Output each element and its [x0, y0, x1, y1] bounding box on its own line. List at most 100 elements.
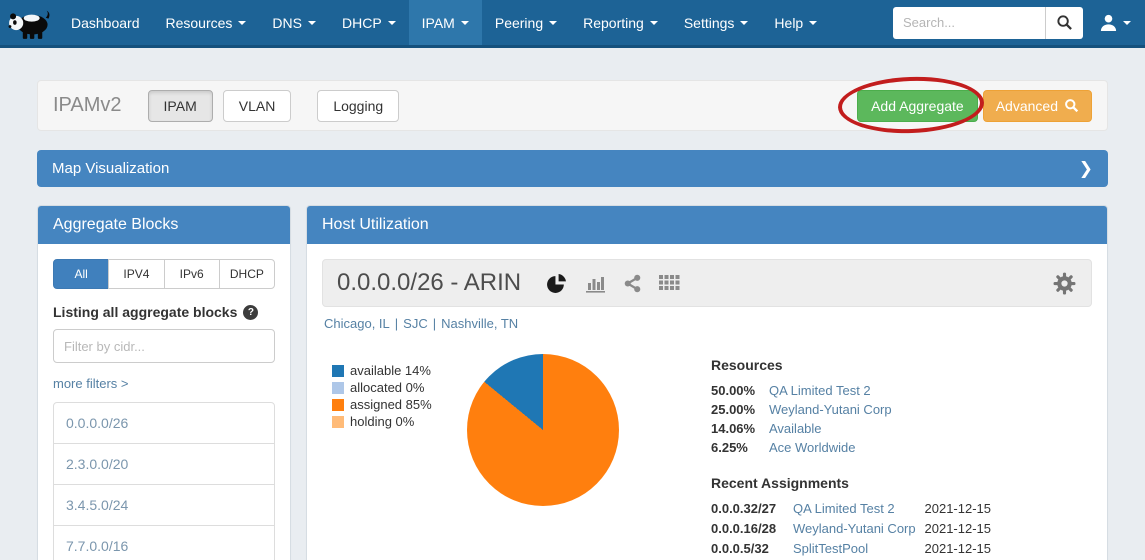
location-link[interactable]: SJC: [403, 316, 428, 331]
main-menu: Dashboard Resources DNS DHCP IPAM Peerin…: [58, 0, 830, 45]
legend-item: assigned 85%: [332, 396, 467, 413]
resource-link[interactable]: Weyland-Yutani Corp: [769, 402, 892, 418]
nav-item-resources[interactable]: Resources: [153, 0, 260, 45]
legend-label: available 14%: [350, 362, 431, 379]
assignment-date: 2021-12-15: [925, 541, 992, 557]
cidr-filter-input[interactable]: [53, 329, 275, 363]
tab-ipam[interactable]: IPAM: [148, 90, 213, 122]
nav-item-reporting[interactable]: Reporting: [570, 0, 671, 45]
add-aggregate-label: Add Aggregate: [871, 98, 964, 114]
filter-tab-all[interactable]: All: [53, 259, 109, 289]
assignment-link[interactable]: SplitTestPool: [793, 541, 925, 557]
caret-down-icon: [549, 21, 557, 25]
user-menu[interactable]: [1099, 13, 1131, 32]
question-circle-icon[interactable]: ?: [243, 305, 258, 320]
nav-item-dns[interactable]: DNS: [259, 0, 329, 45]
utilization-chart-row: available 14% allocated 0% assigned 85% …: [322, 354, 1092, 560]
tab-vlan[interactable]: VLAN: [223, 90, 292, 122]
pie-chart: [467, 354, 619, 506]
resource-link[interactable]: Available: [769, 421, 822, 437]
caret-down-icon: [1123, 21, 1131, 25]
top-navbar: Dashboard Resources DNS DHCP IPAM Peerin…: [0, 0, 1145, 48]
aggregate-filter-tabs: All IPV4 IPv6 DHCP: [53, 259, 275, 289]
legend-label: holding 0%: [350, 413, 414, 430]
search-button[interactable]: [1045, 7, 1083, 39]
block-title: 0.0.0.0/26 - ARIN: [337, 269, 521, 297]
legend-swatch: [332, 382, 344, 394]
location-link[interactable]: Nashville, TN: [441, 316, 518, 331]
list-item[interactable]: 3.4.5.0/24: [54, 485, 274, 526]
nav-label: Peering: [495, 15, 543, 31]
assignment-link[interactable]: QA Limited Test 2: [793, 501, 925, 517]
list-item[interactable]: 7.7.0.0/16: [54, 526, 274, 560]
nav-label: Settings: [684, 15, 735, 31]
pie-legend: available 14% allocated 0% assigned 85% …: [322, 354, 467, 560]
legend-label: assigned 85%: [350, 396, 432, 413]
resource-percent: 25.00%: [711, 402, 769, 418]
search-icon: [1056, 14, 1073, 31]
resource-row: 14.06%Available: [711, 421, 991, 437]
bar-chart-view-icon[interactable]: [584, 273, 606, 293]
nav-item-dashboard[interactable]: Dashboard: [58, 0, 153, 45]
caret-down-icon: [461, 21, 469, 25]
pie-view-icon[interactable]: [546, 273, 567, 294]
location-link[interactable]: Chicago, IL: [324, 316, 390, 331]
caret-down-icon: [238, 21, 246, 25]
caret-down-icon: [308, 21, 316, 25]
nav-label: Resources: [166, 15, 233, 31]
assignment-link[interactable]: Weyland-Yutani Corp: [793, 521, 925, 537]
host-utilization-body: 0.0.0.0/26 - ARIN: [307, 244, 1107, 560]
host-utilization-panel: Host Utilization 0.0.0.0/26 - ARIN: [306, 205, 1108, 560]
listing-label: Listing all aggregate blocks ?: [53, 304, 275, 320]
assignment-date: 2021-12-15: [925, 521, 992, 537]
list-item[interactable]: 2.3.0.0/20: [54, 444, 274, 485]
filter-tab-ipv6[interactable]: IPv6: [164, 259, 220, 289]
gear-icon[interactable]: [1052, 271, 1077, 296]
nav-item-dhcp[interactable]: DHCP: [329, 0, 409, 45]
assignment-cidr: 0.0.0.16/28: [711, 521, 793, 537]
legend-swatch: [332, 416, 344, 428]
search-input[interactable]: [893, 7, 1045, 39]
grid-view-icon[interactable]: [659, 275, 680, 291]
panda-logo-icon: [6, 4, 52, 42]
aggregate-blocks-body: All IPV4 IPv6 DHCP Listing all aggregate…: [38, 244, 290, 560]
map-visualization-bar[interactable]: Map Visualization ❯: [37, 150, 1108, 187]
tab-logging[interactable]: Logging: [317, 90, 399, 122]
separator: |: [390, 316, 403, 331]
global-search: [893, 7, 1083, 39]
resource-row: 25.00%Weyland-Yutani Corp: [711, 402, 991, 418]
add-aggregate-button[interactable]: Add Aggregate: [857, 90, 978, 122]
filter-tab-ipv4[interactable]: IPV4: [108, 259, 164, 289]
nav-label: Reporting: [583, 15, 644, 31]
advanced-search-button[interactable]: Advanced: [983, 90, 1092, 122]
chevron-right-icon: ❯: [1079, 159, 1093, 179]
nav-item-settings[interactable]: Settings: [671, 0, 762, 45]
list-item[interactable]: 0.0.0.0/26: [54, 403, 274, 444]
nav-label: Help: [774, 15, 803, 31]
toolbar-actions: Add Aggregate Advanced: [857, 90, 1092, 122]
resource-row: 50.00%QA Limited Test 2: [711, 383, 991, 399]
assignment-row: 0.0.0.5/32SplitTestPool2021-12-15: [711, 541, 991, 557]
resource-link[interactable]: QA Limited Test 2: [769, 383, 871, 399]
host-utilization-header: Host Utilization: [307, 206, 1107, 244]
share-icon[interactable]: [623, 274, 642, 293]
filter-tab-dhcp[interactable]: DHCP: [219, 259, 275, 289]
resource-link[interactable]: Ace Worldwide: [769, 440, 855, 456]
navbar-right: [893, 0, 1145, 45]
nav-item-ipam[interactable]: IPAM: [409, 0, 482, 45]
nav-item-peering[interactable]: Peering: [482, 0, 570, 45]
assignment-date: 2021-12-15: [925, 501, 992, 517]
more-filters-link[interactable]: more filters >: [53, 376, 129, 391]
aggregate-blocks-panel: Aggregate Blocks All IPV4 IPv6 DHCP List…: [37, 205, 291, 560]
nav-item-help[interactable]: Help: [761, 0, 830, 45]
legend-swatch: [332, 399, 344, 411]
separator: |: [428, 316, 441, 331]
caret-down-icon: [809, 21, 817, 25]
recent-assignments-heading: Recent Assignments: [711, 475, 991, 491]
info-column: Resources 50.00%QA Limited Test 2 25.00%…: [711, 354, 991, 560]
resource-row: 6.25%Ace Worldwide: [711, 440, 991, 456]
page-title: IPAMv2: [53, 94, 122, 117]
legend-item: allocated 0%: [332, 379, 467, 396]
panda-logo[interactable]: [0, 0, 58, 45]
caret-down-icon: [740, 21, 748, 25]
